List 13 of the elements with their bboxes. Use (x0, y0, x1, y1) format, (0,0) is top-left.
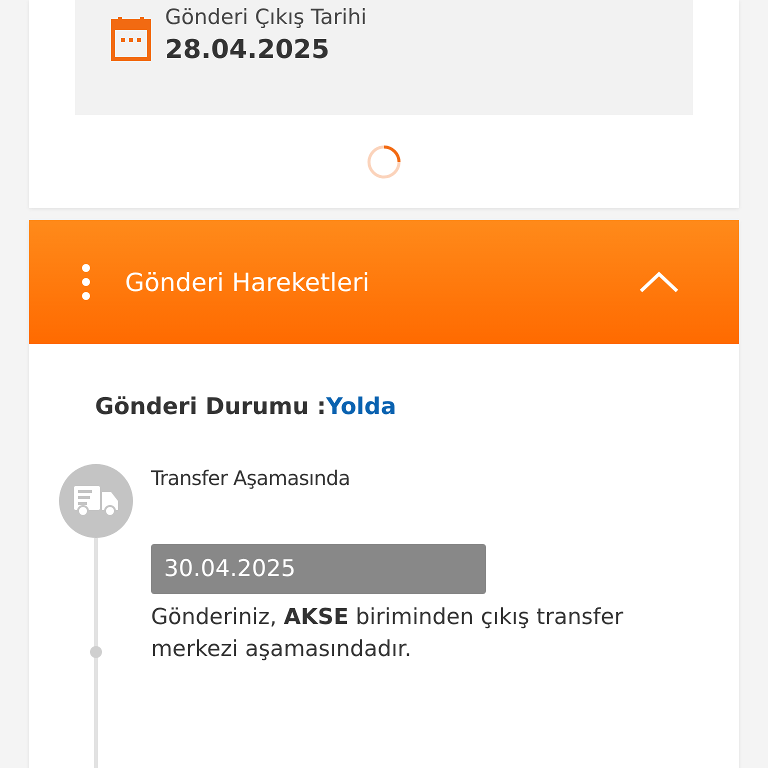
loading-spinner-icon (366, 144, 402, 180)
departure-date: 28.04.2025 (165, 35, 330, 65)
more-icon (81, 263, 91, 301)
status-value: Yolda (326, 394, 396, 420)
truck-icon (72, 484, 120, 518)
event-title: Transfer Aşamasında (151, 466, 351, 490)
event-description: Gönderiniz, AKSE biriminden çıkış transfer merkezi aşamasındadır. (151, 604, 624, 664)
event-date: 30.04.2025 (151, 544, 486, 594)
section-title: Gönderi Hareketleri (125, 268, 370, 296)
status-label: Gönderi Durumu : (95, 394, 326, 420)
calendar-icon (111, 17, 151, 61)
departure-label: Gönderi Çıkış Tarihi (165, 5, 367, 29)
timeline-dot (90, 646, 102, 658)
